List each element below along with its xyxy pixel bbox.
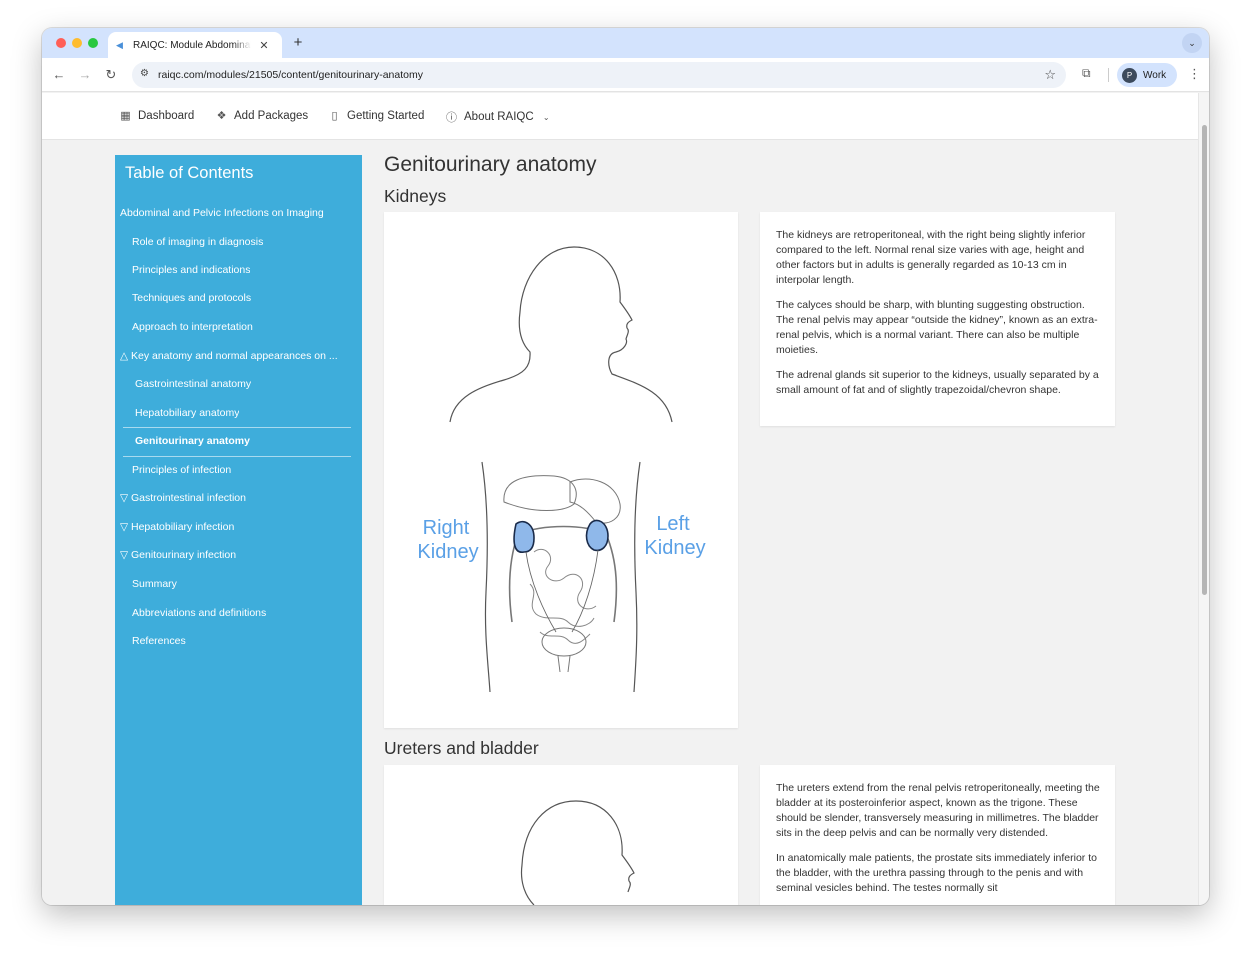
nav-about-raiqc[interactable]: ⓘ About RAIQC ⌄: [445, 109, 553, 125]
page-content: ▦ Dashboard ❖ Add Packages ▯ Getting Sta…: [42, 93, 1198, 905]
toc-item-gu-anatomy-active[interactable]: Genitourinary anatomy: [135, 435, 250, 447]
avatar: P: [1122, 67, 1137, 83]
tab-title: RAIQC: Module Abdominal and Pelvic Infec…: [133, 39, 251, 51]
maximize-window-button[interactable]: [88, 38, 98, 48]
head-outline: [520, 800, 635, 905]
toc-item-abbreviations[interactable]: Abbreviations and definitions: [132, 607, 266, 619]
toc-item-references[interactable]: References: [132, 635, 186, 647]
close-window-button[interactable]: [56, 38, 66, 48]
site-info-icon[interactable]: ⚙: [140, 68, 149, 79]
nav-dashboard-label: Dashboard: [138, 109, 195, 122]
chevron-down-icon: ⌄: [542, 112, 550, 122]
kidneys-paragraph-2: The calyces should be sharp, with blunti…: [776, 299, 1098, 356]
nav-getting-started-label: Getting Started: [347, 109, 425, 122]
browser-window: ◀ RAIQC: Module Abdominal and Pelvic Inf…: [42, 28, 1209, 905]
toc-item-role-of-imaging[interactable]: Role of imaging in diagnosis: [132, 236, 263, 248]
ureters-paragraph-2: In anatomically male patients, the prost…: [776, 852, 1097, 894]
nav-dashboard[interactable]: ▦ Dashboard: [119, 109, 195, 123]
site-favicon-icon: ◀: [116, 40, 123, 50]
book-icon: ▯: [331, 110, 338, 122]
table-of-contents: Table of Contents Abdominal and Pelvic I…: [115, 155, 362, 905]
urethra-outline: [557, 655, 571, 673]
toc-item-key-anatomy[interactable]: △ Key anatomy and normal appearances on …: [120, 350, 352, 362]
tab-search-icon[interactable]: ⌄: [1182, 33, 1202, 53]
package-icon: ❖: [216, 110, 227, 122]
kidneys-text-card: The kidneys are retroperitoneal, with th…: [760, 212, 1115, 426]
extensions-icon[interactable]: ⧉: [1082, 66, 1091, 81]
forward-icon[interactable]: →: [76, 66, 94, 84]
toc-active-divider-top: [123, 427, 351, 428]
nav-about-label: About RAIQC: [464, 111, 534, 123]
tab-close-icon[interactable]: ✕: [258, 39, 270, 52]
right-kidney-label-line2: Kidney: [417, 541, 478, 563]
toc-item-gi-infection[interactable]: ▽ Gastrointestinal infection: [120, 492, 246, 504]
toc-item-module[interactable]: Abdominal and Pelvic Infections on Imagi…: [120, 207, 324, 219]
left-kidney-label-line2: Kidney: [644, 537, 705, 559]
ureters-paragraph-1: The ureters extend from the renal pelvis…: [776, 782, 1100, 839]
section-heading-kidneys: Kidneys: [384, 186, 447, 206]
section-heading-ureters-bladder: Ureters and bladder: [384, 738, 539, 758]
toc-item-approach[interactable]: Approach to interpretation: [132, 321, 253, 333]
address-bar[interactable]: ⚙ raiqc.com/modules/21505/content/genito…: [132, 62, 1066, 88]
scrollbar-thumb[interactable]: [1202, 125, 1207, 595]
toc-item-hb-infection[interactable]: ▽ Hepatobiliary infection: [120, 521, 234, 533]
url-text: raiqc.com/modules/21505/content/genitour…: [158, 69, 423, 81]
torso-right-outline: [481, 461, 491, 693]
toolbar-divider: [1108, 68, 1109, 82]
toc-title: Table of Contents: [125, 164, 254, 182]
kidneys-paragraph-1: The kidneys are retroperitoneal, with th…: [776, 229, 1086, 286]
profile-button[interactable]: P Work: [1117, 63, 1177, 87]
toc-item-principles-infection[interactable]: Principles of infection: [132, 464, 231, 476]
liver-outline: [503, 475, 577, 511]
toc-item-summary[interactable]: Summary: [132, 578, 177, 590]
nav-getting-started[interactable]: ▯ Getting Started: [328, 109, 425, 123]
new-tab-icon[interactable]: +: [290, 34, 306, 51]
head-outline: [449, 246, 673, 423]
kidneys-figure-card: Right Kidney Left Kidney: [384, 212, 738, 728]
bookmark-star-icon[interactable]: ☆: [1044, 67, 1056, 83]
ureters-anatomy-illustration: [520, 800, 635, 905]
nav-add-packages[interactable]: ❖ Add Packages: [215, 109, 309, 123]
right-kidney-shape: [513, 520, 535, 553]
grid-icon: ▦: [120, 110, 131, 122]
torso-left-outline: [633, 461, 641, 693]
left-kidney-shape: [585, 519, 609, 552]
toc-active-divider-bottom: [123, 456, 351, 457]
right-kidney-label-line1: Right: [423, 517, 470, 539]
page-title: Genitourinary anatomy: [384, 153, 597, 176]
toc-item-techniques[interactable]: Techniques and protocols: [132, 292, 251, 304]
browser-toolbar: ← → ↻ ⚙ raiqc.com/modules/21505/content/…: [42, 58, 1209, 92]
nav-add-packages-label: Add Packages: [234, 109, 309, 122]
toc-item-gu-infection[interactable]: ▽ Genitourinary infection: [120, 549, 236, 561]
browser-tab-active[interactable]: ◀ RAIQC: Module Abdominal and Pelvic Inf…: [108, 32, 282, 58]
toc-item-gi-anatomy[interactable]: Gastrointestinal anatomy: [135, 378, 251, 390]
site-navbar: ▦ Dashboard ❖ Add Packages ▯ Getting Sta…: [42, 93, 1198, 140]
ureters-text-card: The ureters extend from the renal pelvis…: [760, 765, 1115, 905]
ureters-figure-card: [384, 765, 738, 905]
tab-strip: ◀ RAIQC: Module Abdominal and Pelvic Inf…: [42, 28, 1209, 58]
page-scrollbar[interactable]: [1198, 93, 1209, 905]
ureters-outline: [525, 549, 599, 633]
kidneys-paragraph-3: The adrenal glands sit superior to the k…: [776, 369, 1099, 396]
kidney-anatomy-illustration: Right Kidney Left Kidney: [417, 246, 706, 693]
profile-label: Work: [1143, 69, 1167, 81]
left-kidney-label-line1: Left: [656, 513, 690, 535]
back-icon[interactable]: ←: [50, 66, 68, 84]
reload-icon[interactable]: ↻: [102, 66, 120, 84]
stomach-outline: [569, 478, 621, 524]
browser-menu-icon[interactable]: ⋮: [1188, 66, 1201, 82]
info-icon: ⓘ: [446, 112, 457, 124]
toc-item-hb-anatomy[interactable]: Hepatobiliary anatomy: [135, 407, 239, 419]
minimize-window-button[interactable]: [72, 38, 82, 48]
toc-item-principles[interactable]: Principles and indications: [132, 264, 250, 276]
